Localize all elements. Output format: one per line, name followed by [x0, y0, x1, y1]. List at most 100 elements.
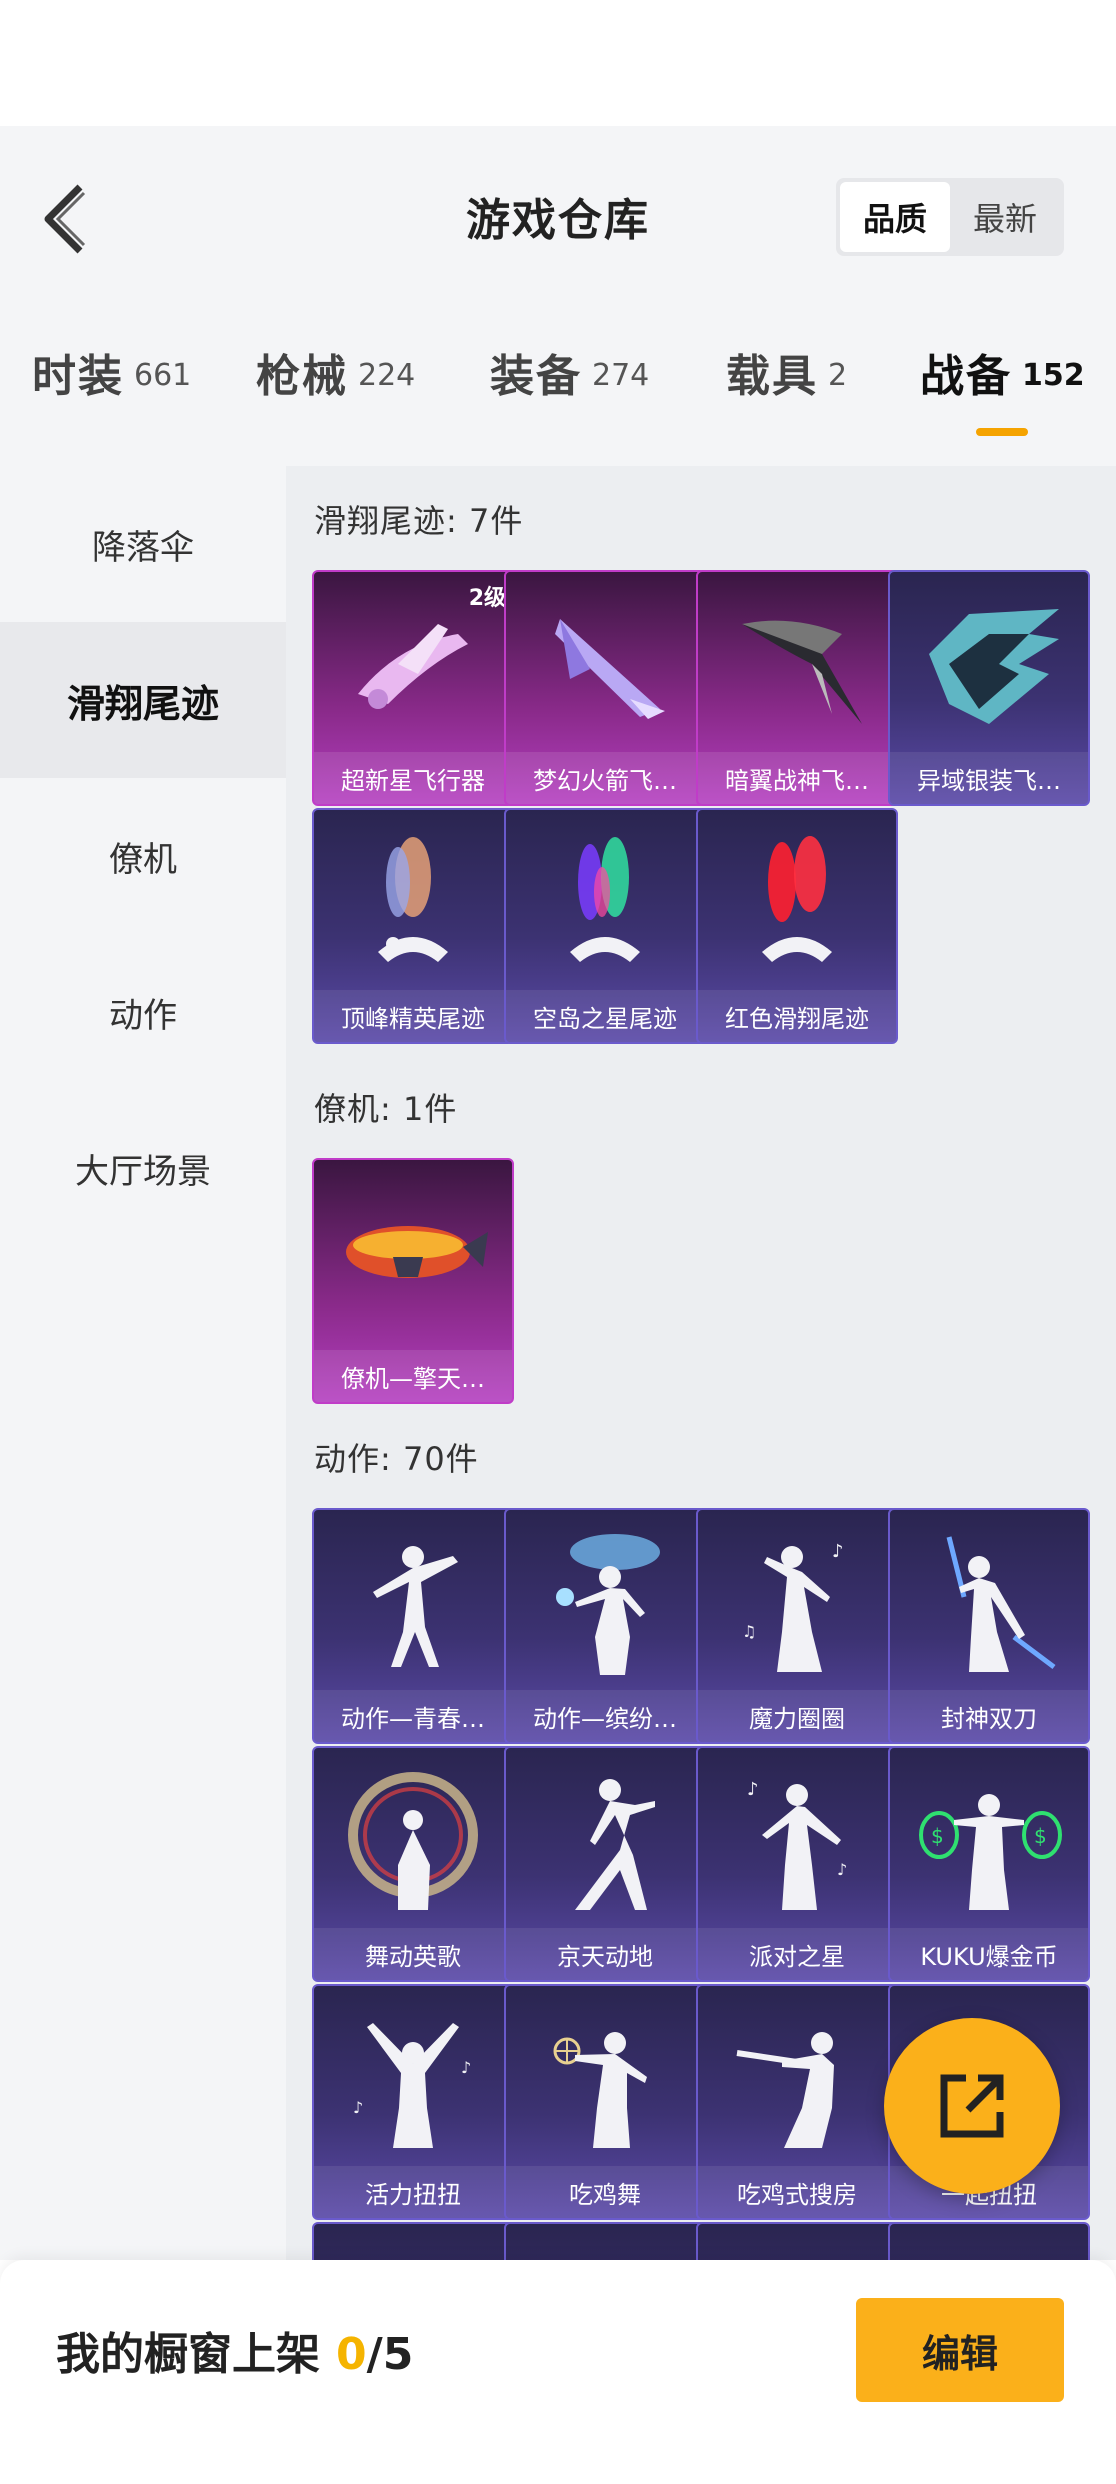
rocket-glider-icon: [506, 572, 704, 756]
showcase-count: 0: [336, 2329, 367, 2380]
warehouse-page: 游戏仓库 品质 最新 时装 661 枪械 224 装备 274 载具 2 战备 …: [0, 0, 1116, 2484]
tab-equipment[interactable]: 装备 274: [490, 340, 649, 440]
svg-text:♫: ♫: [742, 1622, 756, 1641]
target-pose-icon: [506, 1986, 704, 2170]
showcase-status: 我的橱窗上架 0 /5: [56, 2318, 413, 2382]
money-bag-pose-icon: $ $: [890, 1748, 1088, 1932]
item-name: 吃鸡式搜房: [698, 2166, 896, 2218]
silver-wing-icon: [890, 572, 1088, 756]
section-title-glide-trail: 滑翔尾迹: 7件: [314, 502, 524, 540]
item-card[interactable]: [504, 2222, 706, 2260]
item-card[interactable]: 动作—缤纷…: [504, 1508, 706, 1744]
svg-text:♪: ♪: [837, 1860, 847, 1879]
item-name: 动作—青春…: [314, 1690, 512, 1742]
rainbow-trail-icon: [506, 810, 704, 994]
party-pose-icon: ♪ ♪: [698, 1748, 896, 1932]
edit-button[interactable]: 编辑: [856, 2298, 1064, 2402]
tab-firearms[interactable]: 枪械 224: [256, 340, 415, 440]
blade-pose-icon: [890, 1510, 1088, 1694]
sidebar-item-glide-trail[interactable]: 滑翔尾迹: [0, 622, 286, 778]
dance-pose-icon: [314, 1510, 512, 1694]
music-pose-icon: ♪ ♫: [698, 1510, 896, 1694]
rifle-pose-icon: [698, 1986, 896, 2170]
red-trail-icon: [698, 810, 896, 994]
item-card[interactable]: ♪ ♪ 活力扭扭: [312, 1984, 514, 2220]
sort-by-quality-button[interactable]: 品质: [840, 182, 950, 252]
item-name: 顶峰精英尾迹: [314, 990, 512, 1042]
item-name: 异域银装飞…: [890, 752, 1088, 804]
level-badge: 2级: [468, 586, 506, 611]
svg-text:♪: ♪: [461, 2058, 471, 2077]
item-card[interactable]: ♪ ♫ 魔力圈圈: [696, 1508, 898, 1744]
item-card[interactable]: ♪ ♪ 派对之星: [696, 1746, 898, 1982]
item-card[interactable]: [312, 2222, 514, 2260]
item-card[interactable]: 红色滑翔尾迹: [696, 808, 898, 1044]
item-card[interactable]: 异域银装飞…: [888, 570, 1090, 806]
item-name: 梦幻火箭飞…: [506, 752, 704, 804]
tab-count: 224: [358, 358, 416, 393]
share-button[interactable]: [884, 2018, 1060, 2194]
arms-up-pose-icon: ♪ ♪: [314, 1986, 512, 2170]
item-card[interactable]: 吃鸡舞: [504, 1984, 706, 2220]
tab-label: 装备: [490, 351, 582, 402]
showcase-footer: 我的橱窗上架 0 /5 编辑: [0, 2260, 1116, 2484]
item-list: 滑翔尾迹: 7件 2级 超新星飞行器 梦幻火箭飞… 暗翼战神飞… 异域银装飞… …: [286, 466, 1116, 2260]
tab-label: 战备: [920, 351, 1012, 402]
item-name: 空岛之星尾迹: [506, 990, 704, 1042]
svg-text:$: $: [1034, 1824, 1047, 1848]
share-export-icon: [940, 2074, 1004, 2138]
item-name: 超新星飞行器: [314, 752, 512, 804]
svg-text:$: $: [931, 1824, 944, 1848]
sort-toggle: 品质 最新: [836, 178, 1064, 256]
kick-pose-icon: [506, 1748, 704, 1932]
item-name: 红色滑翔尾迹: [698, 990, 896, 1042]
item-card[interactable]: 2级 超新星飞行器: [312, 570, 514, 806]
item-name: 派对之星: [698, 1928, 896, 1980]
svg-text:♪: ♪: [353, 2098, 363, 2117]
item-card[interactable]: [696, 2222, 898, 2260]
item-card[interactable]: 僚机—擎天…: [312, 1158, 514, 1404]
tab-count: 661: [134, 358, 192, 393]
sidebar: 降落伞 滑翔尾迹 僚机 动作 大厅场景: [0, 466, 286, 2260]
active-tab-indicator: [976, 428, 1028, 436]
item-name: 吃鸡舞: [506, 2166, 704, 2218]
ring-pose-icon: [314, 1748, 512, 1932]
tab-vehicles[interactable]: 载具 2: [726, 340, 847, 440]
item-name: 活力扭扭: [314, 2166, 512, 2218]
tab-fashion[interactable]: 时装 661: [32, 340, 191, 440]
item-card[interactable]: $ $ KUKU爆金币: [888, 1746, 1090, 1982]
item-name: 僚机—擎天…: [314, 1350, 512, 1402]
sidebar-item-emote[interactable]: 动作: [0, 934, 286, 1090]
airship-icon: [314, 1160, 512, 1344]
sidebar-item-wingman[interactable]: 僚机: [0, 778, 286, 934]
item-card[interactable]: 京天动地: [504, 1746, 706, 1982]
item-card[interactable]: [888, 2222, 1090, 2260]
dark-wing-icon: [698, 572, 896, 756]
item-name: 京天动地: [506, 1928, 704, 1980]
svg-text:♪: ♪: [832, 1541, 844, 1562]
section-title-wingman: 僚机: 1件: [314, 1090, 458, 1128]
item-name: 魔力圈圈: [698, 1690, 896, 1742]
tab-count: 2: [828, 358, 848, 393]
sidebar-item-parachute[interactable]: 降落伞: [0, 466, 286, 622]
item-name: 舞动英歌: [314, 1928, 512, 1980]
tab-label: 载具: [726, 351, 818, 402]
item-card[interactable]: 空岛之星尾迹: [504, 808, 706, 1044]
item-card[interactable]: 梦幻火箭飞…: [504, 570, 706, 806]
item-card[interactable]: 动作—青春…: [312, 1508, 514, 1744]
sort-by-newest-button[interactable]: 最新: [950, 182, 1060, 252]
section-title-emote: 动作: 70件: [314, 1440, 479, 1478]
tab-battle-gear[interactable]: 战备 152: [920, 340, 1085, 440]
sidebar-item-lobby-scene[interactable]: 大厅场景: [0, 1090, 286, 1246]
item-card[interactable]: 顶峰精英尾迹: [312, 808, 514, 1044]
svg-text:♪: ♪: [747, 1779, 759, 1800]
cloud-pose-icon: [506, 1510, 704, 1694]
item-card[interactable]: 舞动英歌: [312, 1746, 514, 1982]
tab-label: 时装: [32, 351, 124, 402]
showcase-total: /5: [366, 2329, 414, 2380]
item-card[interactable]: 吃鸡式搜房: [696, 1984, 898, 2220]
item-card[interactable]: 暗翼战神飞…: [696, 570, 898, 806]
item-name: 暗翼战神飞…: [698, 752, 896, 804]
item-name: 动作—缤纷…: [506, 1690, 704, 1742]
item-card[interactable]: 封神双刀: [888, 1508, 1090, 1744]
